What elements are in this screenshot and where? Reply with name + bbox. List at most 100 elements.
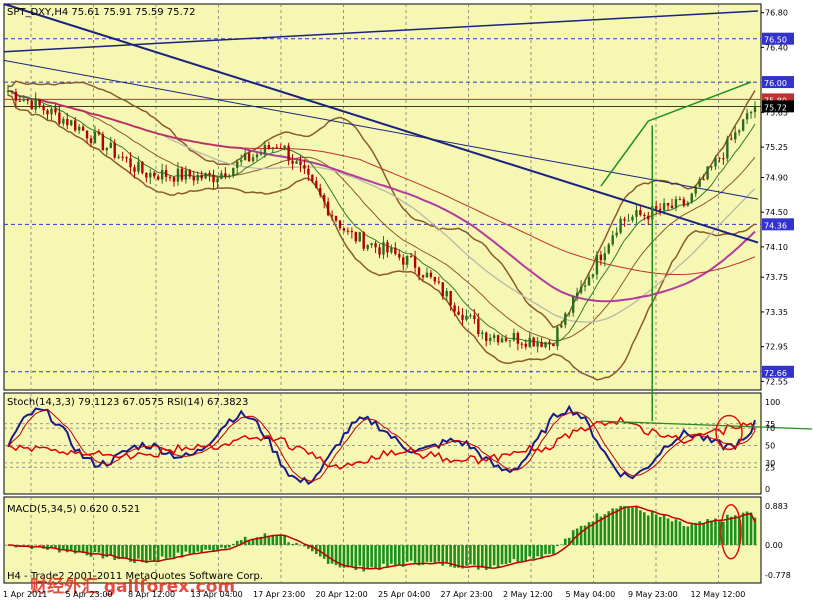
candle-body	[674, 199, 678, 209]
candle-body	[390, 247, 393, 253]
time-axis-label: 8 Apr 12:00	[128, 590, 175, 599]
candle-body	[184, 169, 188, 180]
candle-body	[14, 91, 18, 101]
macd-bar	[429, 545, 433, 563]
macd-bar	[512, 545, 516, 560]
candle-body	[259, 153, 263, 155]
macd-bar	[291, 543, 294, 545]
macd-bar	[627, 507, 630, 545]
candle-body	[473, 315, 476, 320]
candle-body	[524, 343, 527, 347]
macd-bar	[484, 545, 488, 570]
macd-bar	[508, 545, 512, 563]
candle-body	[303, 165, 306, 169]
candle-body	[382, 242, 385, 255]
macd-bar	[666, 518, 670, 545]
macd-bar	[678, 521, 682, 545]
candle-body	[149, 172, 152, 178]
candle-body	[89, 138, 93, 144]
price-axis-label: 72.55	[765, 377, 788, 386]
candle-body	[386, 242, 389, 253]
candle-body	[631, 216, 634, 221]
macd-bar	[354, 545, 358, 570]
macd-bar	[674, 519, 678, 545]
candle-body	[394, 247, 397, 254]
candle-body	[571, 296, 575, 313]
candle-body	[453, 305, 456, 312]
candle-body	[66, 119, 69, 126]
price-axis-label: 74.90	[765, 173, 788, 182]
candle-body	[97, 131, 101, 135]
macd-bar	[650, 511, 654, 545]
candle-body	[200, 174, 203, 179]
candle-body	[334, 215, 338, 221]
price-axis-label: 75.25	[765, 143, 788, 152]
macd-bar	[560, 544, 563, 545]
macd-bar	[741, 512, 745, 545]
macd-bar	[556, 545, 559, 547]
candle-body	[271, 147, 275, 150]
macd-bar	[729, 516, 733, 545]
candle-body	[417, 267, 421, 276]
candle-body	[208, 173, 211, 175]
candle-body	[429, 272, 433, 277]
macd-bar	[200, 545, 203, 553]
candle-body	[595, 254, 599, 275]
candle-body	[172, 177, 176, 182]
candle-body	[18, 100, 22, 102]
candle-body	[346, 230, 350, 232]
candle-body	[477, 319, 480, 335]
time-axis-label: 2 May 12:00	[503, 590, 553, 599]
macd-bar	[433, 545, 437, 563]
candle-body	[714, 157, 717, 167]
macd-bar	[156, 545, 160, 562]
macd-bar	[563, 538, 567, 545]
macd-bar	[413, 545, 417, 564]
macd-bar	[235, 540, 239, 545]
macd-bar	[492, 545, 496, 566]
candle-body	[73, 120, 77, 131]
candle-body	[556, 327, 559, 347]
macd-bar	[148, 545, 152, 561]
price-panel[interactable]	[3, 3, 762, 391]
price-axis-label: 76.40	[765, 43, 788, 52]
candle-body	[536, 342, 539, 347]
candle-body	[603, 253, 607, 261]
candle-body	[220, 173, 223, 179]
stoch-panel[interactable]	[3, 392, 762, 495]
candle-body	[6, 90, 10, 92]
macd-bar	[168, 545, 172, 558]
time-axis-label: 25 Apr 04:00	[378, 590, 430, 599]
macd-bar	[445, 545, 449, 563]
candle-body	[643, 214, 646, 216]
candle-body	[81, 126, 85, 131]
candle-body	[330, 215, 334, 217]
candle-body	[30, 100, 33, 110]
macd-bar	[366, 545, 369, 570]
candle-body	[437, 281, 441, 283]
macd-bar	[619, 506, 622, 545]
macd-bar	[548, 545, 551, 554]
time-axis-label: 27 Apr 23:00	[441, 590, 493, 599]
macd-bar	[93, 545, 97, 552]
macd-bar	[208, 545, 211, 550]
price-tag-label: 72.66	[764, 369, 787, 378]
macd-bar	[152, 545, 156, 561]
price-axis-label: 74.10	[765, 243, 788, 252]
candle-body	[315, 181, 318, 189]
candle-body	[496, 335, 500, 343]
candle-body	[319, 188, 322, 196]
candle-body	[520, 343, 524, 345]
candle-body	[722, 158, 725, 160]
candle-body	[465, 315, 468, 320]
macd-bar	[382, 545, 385, 564]
time-axis-label: 12 May 12:00	[691, 590, 746, 599]
macd-bar	[643, 512, 646, 545]
candle-body	[212, 174, 215, 183]
candle-body	[666, 203, 670, 206]
macd-bar	[417, 545, 421, 566]
price-axis-label: 73.75	[765, 273, 788, 282]
time-axis-label: 13 Apr 04:00	[191, 590, 243, 599]
candle-body	[34, 98, 37, 110]
macd-bar	[164, 545, 168, 559]
